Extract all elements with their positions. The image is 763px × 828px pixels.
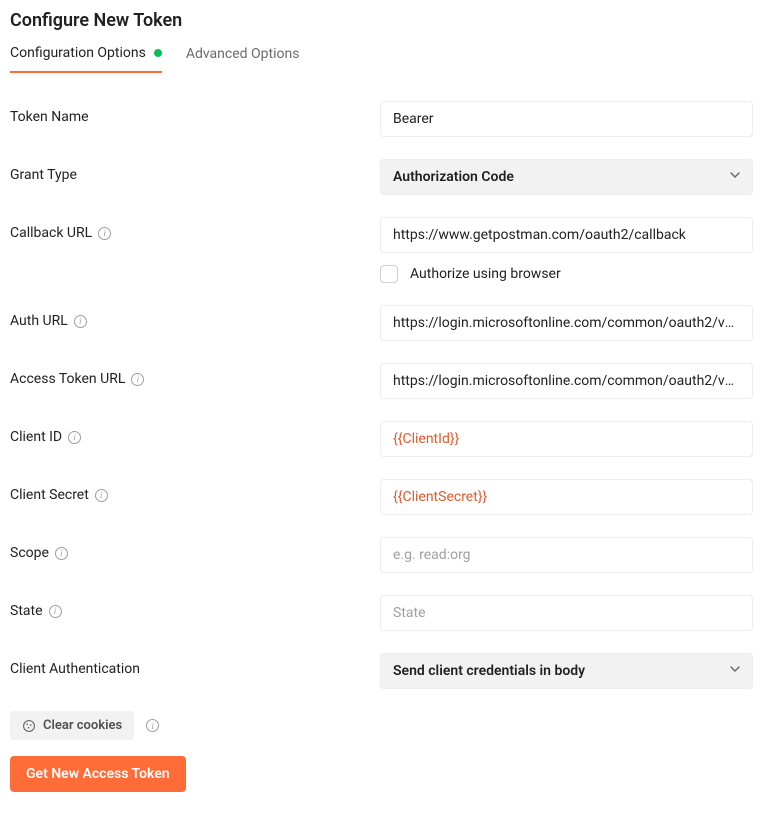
info-icon: i [49, 605, 62, 618]
info-icon: i [74, 315, 87, 328]
info-icon: i [55, 547, 68, 560]
scope-input[interactable] [380, 537, 753, 573]
get-new-access-token-button[interactable]: Get New Access Token [10, 756, 186, 792]
tabs: Configuration Options Advanced Options [10, 45, 753, 73]
tab-label: Configuration Options [10, 45, 146, 61]
info-icon: i [98, 227, 111, 240]
info-icon: i [146, 719, 159, 732]
token-name-input[interactable] [380, 101, 753, 137]
info-icon: i [95, 489, 108, 502]
client-id-label: Client ID i [10, 421, 380, 445]
info-icon: i [68, 431, 81, 444]
state-label: State i [10, 595, 380, 619]
access-token-url-label: Access Token URL i [10, 363, 380, 387]
button-label: Get New Access Token [26, 766, 170, 782]
callback-url-label: Callback URL i [10, 217, 380, 241]
authorize-browser-checkbox[interactable] [380, 265, 398, 283]
tab-advanced-options[interactable]: Advanced Options [186, 45, 300, 72]
token-name-label: Token Name [10, 101, 380, 125]
access-token-url-input[interactable] [380, 363, 753, 399]
authorize-browser-label: Authorize using browser [410, 266, 561, 282]
client-secret-label: Client Secret i [10, 479, 380, 503]
clear-cookies-button[interactable]: Clear cookies [10, 711, 134, 740]
auth-url-label: Auth URL i [10, 305, 380, 329]
client-secret-input[interactable] [380, 479, 753, 515]
state-input[interactable] [380, 595, 753, 631]
grant-type-select[interactable]: Authorization Code [380, 159, 753, 195]
button-label: Clear cookies [43, 718, 122, 733]
auth-url-input[interactable] [380, 305, 753, 341]
client-id-input[interactable] [380, 421, 753, 457]
scope-label: Scope i [10, 537, 380, 561]
cookie-icon [22, 719, 36, 733]
client-authentication-label: Client Authentication [10, 653, 380, 677]
tab-label: Advanced Options [186, 46, 300, 62]
grant-type-label: Grant Type [10, 159, 380, 183]
callback-url-input[interactable] [380, 217, 753, 253]
info-icon: i [131, 373, 144, 386]
status-dot-icon [154, 49, 162, 57]
page-title: Configure New Token [10, 10, 753, 31]
client-authentication-select[interactable]: Send client credentials in body [380, 653, 753, 689]
tab-configuration-options[interactable]: Configuration Options [10, 45, 162, 73]
